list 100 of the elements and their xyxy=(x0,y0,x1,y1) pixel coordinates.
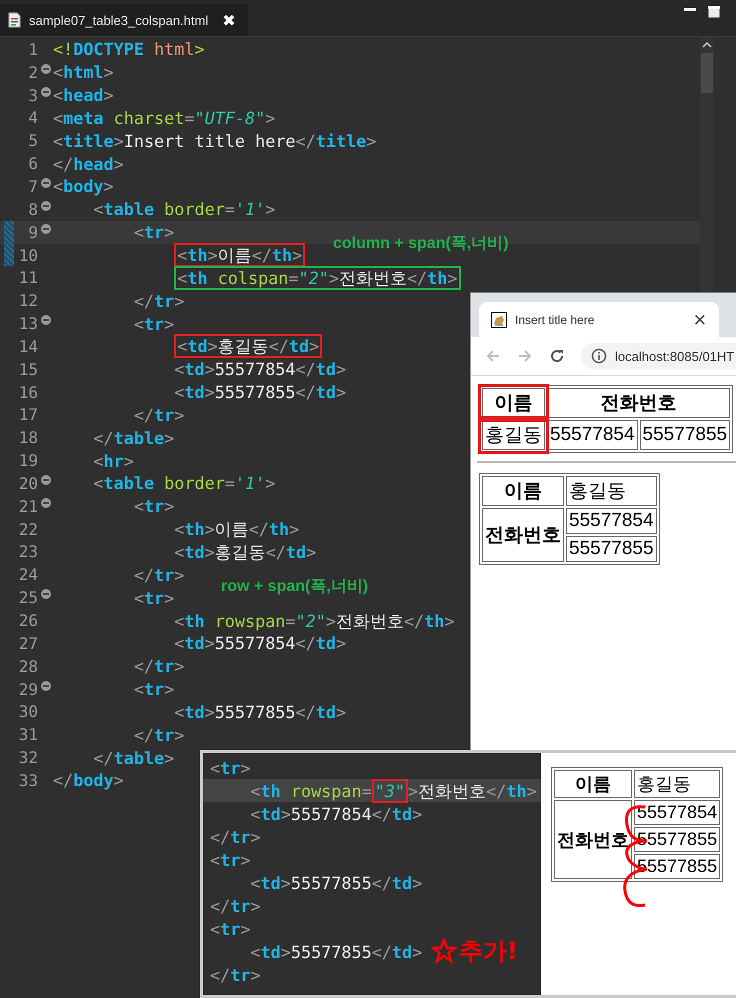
file-tab[interactable]: sample07_table3_colspan.html ✖ xyxy=(0,4,248,36)
line-number: 4 xyxy=(27,108,38,128)
collapse-icon[interactable] xyxy=(40,315,50,326)
code-line: </tr> xyxy=(132,724,184,745)
line-number: 9 xyxy=(27,222,38,242)
line-number: 20 xyxy=(18,474,38,493)
table-cell: 홍길동 xyxy=(566,476,657,506)
line-number: 31 xyxy=(18,725,38,744)
code-line: </body> xyxy=(53,770,124,790)
code-line: <table border='1'> xyxy=(92,199,276,220)
code-line: <th rowspan= "3" >전화번호</th> xyxy=(249,780,537,800)
annotation: row + span(폭,너비) xyxy=(221,577,368,597)
line-number: 18 xyxy=(18,428,38,448)
collapse-icon[interactable] xyxy=(40,589,50,600)
maximize-icon[interactable] xyxy=(708,6,720,18)
code-line: <td>55577854</td> xyxy=(173,633,346,654)
reload-icon[interactable] xyxy=(549,348,565,364)
line-number: 23 xyxy=(18,542,38,562)
address-bar[interactable]: localhost:8085/01HT xyxy=(581,343,736,369)
code-line: <tr> xyxy=(132,679,174,700)
line-number: 21 xyxy=(18,496,38,516)
table-cell: 전화번호 xyxy=(482,508,564,562)
line-number: 15 xyxy=(18,360,38,379)
code-line: <!DOCTYPE html> xyxy=(53,39,205,60)
table-cell: 전화번호 xyxy=(547,388,730,418)
collapse-icon[interactable] xyxy=(40,475,50,486)
code-line: <th rowspan="2">전화번호</th> xyxy=(173,610,454,631)
file-icon xyxy=(8,12,21,28)
line-number: 19 xyxy=(18,451,38,470)
close-icon[interactable]: ✖ xyxy=(222,10,236,30)
table-cell: 전화번호 xyxy=(554,800,632,879)
line-number: 26 xyxy=(18,611,38,630)
code-line: <td>55577855</td> xyxy=(249,872,422,892)
table-cell: 55577854 xyxy=(566,508,657,534)
line-number: 33 xyxy=(18,770,38,790)
line-number: 5 xyxy=(27,131,38,150)
line-number: 3 xyxy=(27,86,38,105)
close-icon[interactable]: × xyxy=(692,310,707,330)
code-line: <td>55577854</td> xyxy=(249,804,422,824)
code-line: <title>Insert title here</title> xyxy=(53,130,376,151)
collapse-icon[interactable] xyxy=(40,200,50,211)
table-cell: 55577854 xyxy=(547,420,638,450)
collapse-icon[interactable] xyxy=(40,64,50,74)
code-line: </tr> xyxy=(132,656,184,676)
line-number: 25 xyxy=(18,588,38,608)
code-line: <th>이름</th> xyxy=(173,519,300,540)
code-line: </tr> xyxy=(210,896,261,916)
code-line: <meta charset="UTF-8"> xyxy=(53,108,276,128)
code-line: <table border='1'> xyxy=(92,473,276,494)
line-number: 1 xyxy=(27,40,38,59)
line-number: 16 xyxy=(18,382,38,402)
line-number: 14 xyxy=(18,336,38,356)
code-line: <tr> xyxy=(210,758,250,778)
collapse-icon[interactable] xyxy=(40,178,50,188)
scrollbar-thumb[interactable] xyxy=(701,53,713,93)
code-line: </tr> xyxy=(210,826,261,846)
code-line: </head> xyxy=(53,154,124,174)
annotation: column + span(폭,너비) xyxy=(333,234,509,254)
code-line: <tr> xyxy=(132,314,174,334)
table-cell: 55577855 xyxy=(566,536,657,562)
code-line: </tr> xyxy=(132,564,184,585)
code-line: <td>55577855</td> xyxy=(249,942,422,962)
line-number: 22 xyxy=(18,520,38,539)
collapse-icon[interactable] xyxy=(40,680,50,691)
line-number: 6 xyxy=(27,154,38,174)
code-line: </tr> xyxy=(132,404,184,425)
code-line: <td>홍길동</td> xyxy=(173,542,316,562)
line-number: 13 xyxy=(18,314,38,334)
table-cell: 이름 xyxy=(482,476,564,506)
table-cell: 55577855 xyxy=(634,827,720,852)
line-number: 8 xyxy=(27,200,38,219)
line-number: 12 xyxy=(18,291,38,310)
code-line: <tr> xyxy=(132,222,174,242)
line-number: 2 xyxy=(27,62,38,82)
code-line: <td>55577855</td> xyxy=(173,382,346,402)
line-number: 32 xyxy=(18,748,38,768)
line-number: 24 xyxy=(18,565,38,584)
line-number: 30 xyxy=(18,702,38,722)
annotation: 추가! xyxy=(459,936,518,967)
collapse-icon[interactable] xyxy=(40,498,50,508)
code-line: <html> xyxy=(53,62,114,82)
table-cell: 홍길동 xyxy=(634,770,720,798)
line-number: 28 xyxy=(18,656,38,676)
code-line: <tr> xyxy=(210,918,250,938)
code-line: <tr> xyxy=(210,850,250,870)
code-line: <tr> xyxy=(132,588,174,608)
table-cell: 55577855 xyxy=(640,420,730,450)
collapse-icon[interactable] xyxy=(40,224,50,234)
line-number: 11 xyxy=(18,268,38,288)
browser-tab[interactable]: Insert title here × xyxy=(479,302,719,337)
info-icon[interactable] xyxy=(591,348,607,364)
collapse-icon[interactable] xyxy=(40,86,50,97)
code-line: <tr> xyxy=(132,496,174,516)
line-number: 7 xyxy=(27,176,38,196)
table-cell: 이름 xyxy=(554,770,632,798)
code-line: <hr> xyxy=(92,450,134,471)
scroll-up-icon[interactable] xyxy=(702,41,712,49)
code-line: <head> xyxy=(53,85,114,106)
line-number: 27 xyxy=(18,634,38,653)
table-cell: 55577855 xyxy=(634,854,720,879)
